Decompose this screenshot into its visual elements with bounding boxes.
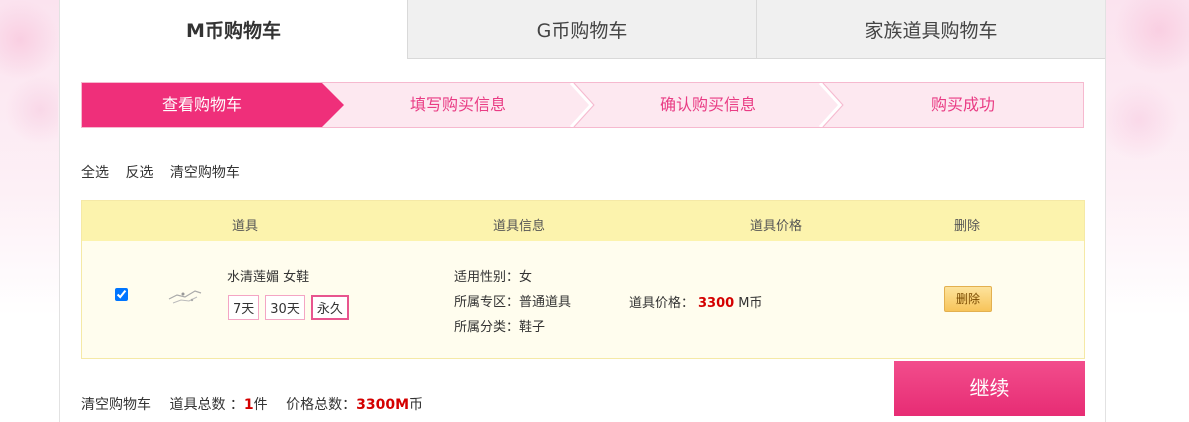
item-price: 道具价格： 3300 M币 bbox=[629, 292, 762, 311]
clear-cart-link[interactable]: 清空购物车 bbox=[170, 165, 240, 181]
tab-m-coin-cart[interactable]: M币购物车 bbox=[60, 0, 407, 59]
item-gender: 适用性别：女 bbox=[454, 270, 533, 285]
total-price: 价格总数：3300M币 bbox=[286, 397, 423, 413]
total-price-unit: 币 bbox=[409, 397, 424, 413]
select-all-link[interactable]: 全选 bbox=[81, 165, 109, 181]
price-label: 道具价格： bbox=[629, 296, 695, 311]
delete-button[interactable]: 删除 bbox=[944, 286, 992, 312]
checkout-steps: 查看购物车 填写购买信息 确认购买信息 购买成功 bbox=[81, 82, 1084, 128]
item-zone: 所属专区：普通道具 bbox=[454, 295, 572, 310]
continue-button[interactable]: 继续 bbox=[894, 361, 1085, 416]
item-count-value: 1 bbox=[243, 397, 254, 413]
step-success: 购买成功 bbox=[930, 95, 995, 114]
item-info: 适用性别：女 所属专区：普通道具 所属分类：鞋子 bbox=[454, 265, 571, 340]
invert-selection-link[interactable]: 反选 bbox=[125, 165, 153, 181]
duration-options: 7天 30天 永久 bbox=[228, 295, 349, 320]
item-count-label: 道具总数 ： bbox=[169, 397, 244, 413]
header-item-price: 道具价格 bbox=[750, 219, 803, 234]
tab-g-coin-cart[interactable]: G币购物车 bbox=[407, 0, 756, 59]
step-divider-2 bbox=[569, 83, 594, 127]
summary-clear-cart-link[interactable]: 清空购物车 bbox=[81, 397, 151, 413]
item-category: 所属分类：鞋子 bbox=[454, 320, 546, 335]
item-checkbox[interactable] bbox=[115, 288, 128, 301]
item-thumbnail bbox=[168, 290, 202, 304]
price-unit: M币 bbox=[738, 296, 763, 311]
header-item: 道具 bbox=[232, 219, 259, 234]
background-decoration-right bbox=[1104, 0, 1189, 160]
item-count-unit: 件 bbox=[253, 397, 268, 413]
header-delete: 删除 bbox=[954, 219, 981, 234]
cart-summary: 清空购物车 道具总数 ：1件 价格总数：3300M币 bbox=[81, 394, 437, 414]
step-view-cart: 查看购物车 bbox=[161, 95, 242, 114]
duration-option-30d[interactable]: 30天 bbox=[265, 295, 305, 320]
cart-table: 道具 道具信息 道具价格 删除 水清莲媚 女鞋 7天 30天 永久 适用性别：女… bbox=[81, 200, 1085, 359]
item-count: 道具总数 ：1件 bbox=[169, 397, 267, 413]
tab-family-item-cart[interactable]: 家族道具购物车 bbox=[756, 0, 1105, 59]
total-price-value: 3300M bbox=[356, 397, 410, 413]
cart-tabs: M币购物车 G币购物车 家族道具购物车 bbox=[60, 0, 1105, 59]
cart-panel: M币购物车 G币购物车 家族道具购物车 查看购物车 填写购买信息 确认购买信息 … bbox=[59, 0, 1106, 422]
table-header: 道具 道具信息 道具价格 删除 bbox=[82, 201, 1084, 241]
cart-operations: 全选 反选 清空购物车 bbox=[81, 162, 252, 182]
step-divider-3 bbox=[818, 83, 843, 127]
item-name: 水清莲媚 女鞋 bbox=[227, 270, 310, 285]
header-item-info: 道具信息 bbox=[493, 219, 546, 234]
price-value: 3300 bbox=[698, 296, 735, 311]
step-fill-info: 填写购买信息 bbox=[409, 95, 506, 114]
duration-option-7d[interactable]: 7天 bbox=[228, 295, 260, 320]
background-decoration-left bbox=[0, 0, 58, 160]
duration-option-permanent[interactable]: 永久 bbox=[310, 295, 349, 320]
table-row: 水清莲媚 女鞋 7天 30天 永久 适用性别：女 所属专区：普通道具 所属分类：… bbox=[82, 241, 1084, 359]
total-price-label: 价格总数： bbox=[286, 397, 357, 413]
step-confirm-info: 确认购买信息 bbox=[659, 95, 756, 114]
